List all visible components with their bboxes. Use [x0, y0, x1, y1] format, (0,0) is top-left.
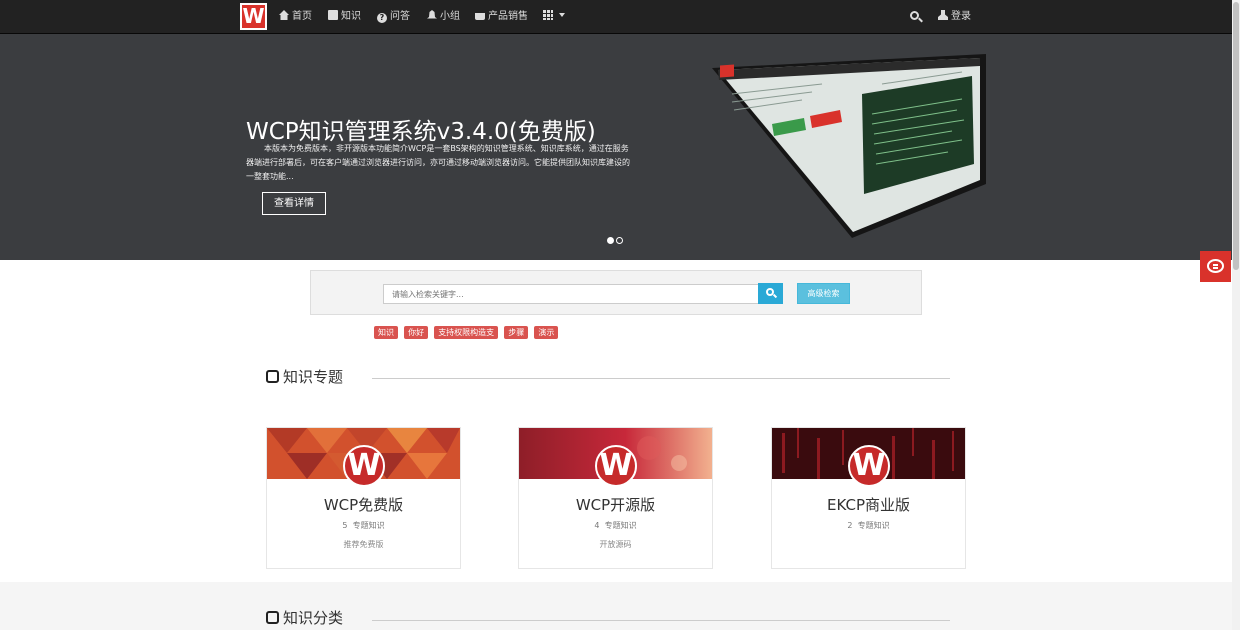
- nav-knowledge-label: 知识: [341, 11, 361, 22]
- question-icon: ?: [377, 13, 387, 23]
- search-button[interactable]: [758, 283, 783, 304]
- section-topics-title: 知识专题: [283, 368, 344, 386]
- card-count: 4 专题知识: [519, 520, 712, 531]
- card-count-label: 专题知识: [857, 521, 890, 530]
- nav-qa[interactable]: ? 问答: [377, 0, 410, 34]
- book-icon: [328, 10, 338, 20]
- search-panel: 高级检索: [310, 270, 922, 315]
- topic-card[interactable]: W WCP免费版 5 专题知识 推荐免费版: [266, 427, 461, 569]
- nav-login[interactable]: 登录: [938, 0, 971, 34]
- card-title: WCP免费版: [323, 496, 404, 514]
- card-count-value: 4: [594, 521, 600, 530]
- tag-item[interactable]: 演示: [534, 326, 559, 339]
- tag-item[interactable]: 步骤: [504, 326, 529, 339]
- card-count-value: 2: [847, 521, 853, 530]
- square-icon: [266, 611, 279, 624]
- tag-item[interactable]: 支持权限构造支: [434, 326, 499, 339]
- hero-carousel: WCP知识管理系统v3.4.0(免费版) 本版本为免费版本，非开源版本功能简介W…: [0, 34, 1232, 260]
- search-input[interactable]: [383, 284, 759, 304]
- hot-tags: 知识 你好 支持权限构造支 步骤 演示: [374, 320, 559, 339]
- nav-products[interactable]: 产品销售: [475, 0, 528, 34]
- phone-icon: [475, 13, 485, 20]
- site-logo[interactable]: W: [240, 3, 267, 30]
- grid-icon: [543, 10, 553, 20]
- card-count-label: 专题知识: [604, 521, 637, 530]
- carousel-indicators: [607, 229, 625, 248]
- square-icon: [266, 370, 279, 383]
- nav-home-label: 首页: [292, 11, 312, 22]
- wcp-logo-icon: W: [343, 445, 385, 487]
- nav-login-label: 登录: [951, 11, 971, 22]
- chat-bubble-icon: [1207, 259, 1224, 273]
- scrollbar-thumb[interactable]: [1233, 2, 1239, 270]
- tag-item[interactable]: 知识: [374, 326, 398, 339]
- top-navbar: W 首页 知识 ? 问答 小组 产品销售 登录: [0, 0, 1232, 34]
- carousel-dot-1[interactable]: [607, 237, 614, 244]
- section-divider: [372, 620, 950, 621]
- search-icon[interactable]: [910, 11, 919, 20]
- banner-title: WCP知识管理系统v3.4.0(免费版): [246, 119, 596, 145]
- home-icon: [279, 10, 289, 20]
- wcp-logo-icon: W: [848, 445, 890, 487]
- advanced-search-button[interactable]: 高级检索: [797, 283, 850, 304]
- card-count-value: 5: [342, 521, 348, 530]
- nav-products-label: 产品销售: [488, 11, 528, 22]
- topic-card[interactable]: W WCP开源版 4 专题知识 开放源码: [518, 427, 713, 569]
- carousel-dot-2[interactable]: [616, 237, 623, 244]
- bell-icon: [427, 10, 437, 19]
- categories-section: [0, 582, 1232, 630]
- view-details-button[interactable]: 查看详情: [262, 192, 326, 215]
- wcp-logo-icon: W: [595, 445, 637, 487]
- section-topics-header: 知识专题: [266, 366, 343, 387]
- nav-group[interactable]: 小组: [427, 0, 460, 34]
- card-subtitle: 开放源码: [599, 540, 632, 549]
- card-count: 5 专题知识: [267, 520, 460, 531]
- chat-support-button[interactable]: [1200, 251, 1231, 282]
- user-icon: [938, 10, 948, 20]
- nav-qa-label: 问答: [390, 11, 410, 22]
- section-categories-header: 知识分类: [266, 607, 343, 628]
- card-title: EKCP商业版: [826, 496, 910, 514]
- nav-apps-dropdown[interactable]: [543, 0, 565, 34]
- card-subtitle: 推荐免费版: [343, 540, 384, 549]
- card-count: 2 专题知识: [772, 520, 965, 531]
- card-count-label: 专题知识: [352, 521, 385, 530]
- banner-description: 本版本为免费版本，非开源版本功能简介WCP是一套BS架构的知识管理系统、知识库系…: [246, 144, 630, 181]
- section-divider: [372, 378, 950, 379]
- topic-card[interactable]: W EKCP商业版 2 专题知识: [771, 427, 966, 569]
- card-title: WCP开源版: [575, 496, 656, 514]
- page-scrollbar[interactable]: [1232, 0, 1240, 630]
- nav-home[interactable]: 首页: [279, 0, 312, 34]
- nav-group-label: 小组: [440, 11, 460, 22]
- caret-down-icon: [559, 13, 565, 17]
- section-categories-title: 知识分类: [283, 609, 344, 627]
- search-icon: [766, 288, 774, 296]
- nav-knowledge[interactable]: 知识: [328, 0, 361, 34]
- banner-screenshot-image: [712, 54, 986, 238]
- tag-item[interactable]: 你好: [404, 326, 429, 339]
